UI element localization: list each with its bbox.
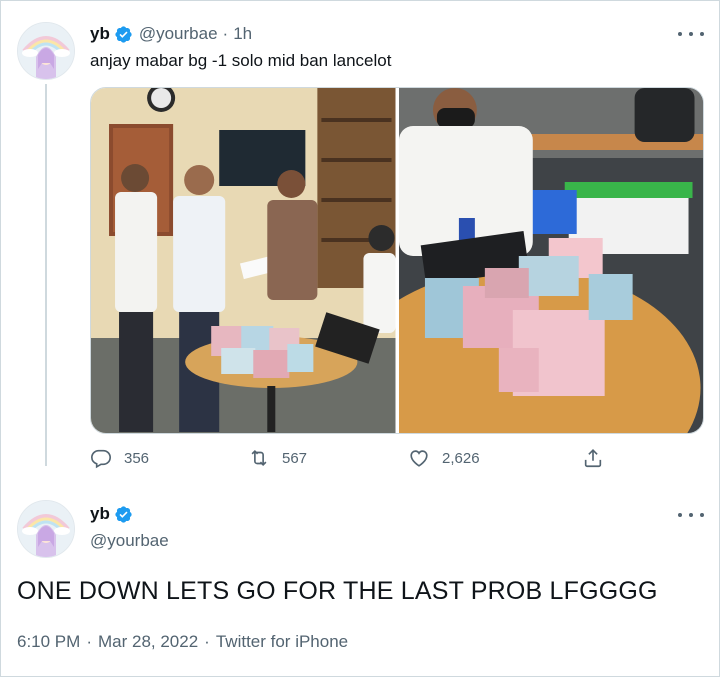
more-icon[interactable] — [678, 24, 704, 44]
display-name[interactable]: yb — [90, 24, 110, 44]
reply-icon — [91, 449, 111, 469]
reply-button[interactable]: 356 — [90, 447, 149, 469]
handle[interactable]: @yourbae — [90, 531, 169, 551]
verified-badge-icon — [114, 25, 133, 44]
photo-money-stacks[interactable] — [398, 88, 703, 433]
like-button[interactable]: 2,626 — [408, 447, 480, 469]
retweet-icon — [251, 449, 267, 467]
tweet-actions: 356 567 2,626 — [90, 447, 610, 471]
tweet-text: ONE DOWN LETS GO FOR THE LAST PROB LFGGG… — [17, 577, 658, 605]
tweet-meta: 6:10 PM · Mar 28, 2022 · Twitter for iPh… — [17, 632, 348, 652]
avatar[interactable] — [17, 22, 75, 80]
tweet-header: yb @yourbae · 1h — [90, 24, 252, 44]
tweet-source[interactable]: Twitter for iPhone — [216, 632, 348, 652]
tweet-date[interactable]: Mar 28, 2022 — [98, 632, 198, 652]
photo-office-handover[interactable] — [91, 88, 396, 433]
separator: · — [86, 632, 92, 651]
tweet-text: anjay mabar bg -1 solo mid ban lancelot — [90, 51, 392, 70]
reply-count: 356 — [124, 449, 150, 467]
author-block: yb @yourbae — [90, 504, 169, 551]
display-name[interactable]: yb — [90, 504, 110, 524]
like-count: 2,626 — [442, 449, 480, 467]
like-icon — [410, 450, 428, 467]
more-icon[interactable] — [678, 505, 704, 525]
timestamp[interactable]: 1h — [233, 24, 252, 44]
tweet-time[interactable]: 6:10 PM — [17, 632, 80, 652]
media-grid — [90, 87, 704, 434]
separator: · — [204, 632, 210, 651]
separator: · — [222, 24, 229, 43]
retweet-button[interactable]: 567 — [248, 447, 307, 469]
handle[interactable]: @yourbae — [139, 24, 218, 44]
share-button[interactable] — [582, 447, 616, 469]
share-icon — [584, 449, 602, 468]
thread-line — [45, 84, 47, 466]
retweet-count: 567 — [282, 449, 308, 467]
verified-badge-icon — [114, 505, 133, 524]
avatar[interactable] — [17, 500, 75, 558]
